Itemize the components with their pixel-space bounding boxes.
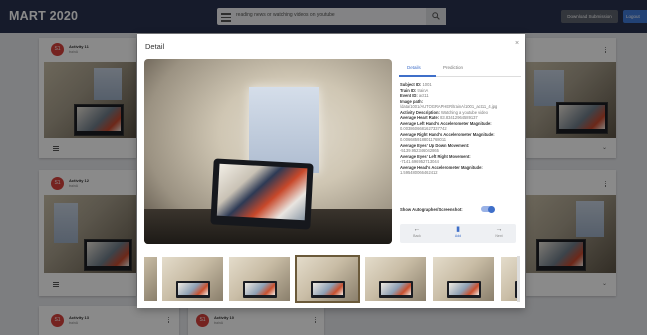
detail-value: 1001	[422, 82, 432, 87]
detail-value: 0.0066859188011768011	[400, 137, 447, 142]
main-activity-photo	[144, 59, 392, 244]
detail-value: trainA	[417, 87, 429, 93]
next-button[interactable]: → Next	[484, 226, 514, 238]
detail-label: Average Head's Accelerometer Magnitude:	[400, 164, 483, 170]
back-button[interactable]: ← Back	[402, 226, 432, 238]
thumbnail-strip	[144, 254, 518, 304]
detail-value: 0.0038606681627337742	[400, 126, 447, 131]
detail-label: Train ID:	[400, 87, 417, 93]
detail-label: Average Eyes' Left Right Movement:	[400, 153, 471, 159]
close-icon[interactable]: ×	[515, 40, 519, 47]
detail-value: Watching a youtube video	[440, 109, 488, 115]
thumbnail[interactable]	[501, 257, 518, 301]
detail-value: -7141.696952713044	[400, 159, 439, 164]
dialog-title: Detail	[145, 42, 165, 51]
tab-details[interactable]: Details	[407, 65, 421, 70]
detail-label: Average Right Hand's Accelerometer Magni…	[400, 131, 495, 137]
thumbnail[interactable]	[162, 257, 223, 301]
bookmark-icon: ▮	[456, 226, 460, 233]
details-panel: Subject ID: 1001 Train ID: trainA Event …	[400, 82, 520, 176]
monitor	[210, 158, 314, 230]
screenshot-toggle-label: Show Autographer/Screenshot:	[400, 207, 463, 212]
detail-label: Image path:	[400, 98, 423, 104]
detail-value: act11	[418, 93, 429, 98]
thumbnail-scrollbar[interactable]	[517, 256, 520, 302]
screenshot-toggle[interactable]	[481, 205, 495, 213]
thumbnail[interactable]	[433, 257, 494, 301]
detail-label: Average Left Hand's Accelerometer Magnit…	[400, 120, 492, 126]
thumbnail-selected[interactable]	[295, 255, 360, 303]
active-tab-indicator	[399, 75, 436, 77]
detail-label: Average Heart Rate:	[400, 115, 439, 120]
thumbnail[interactable]	[144, 257, 157, 301]
add-button[interactable]: ▮ Add	[443, 226, 473, 238]
detail-value: 1.595480066462412	[400, 170, 438, 175]
arrow-right-icon: →	[495, 226, 503, 233]
detail-value: -5139.952346042865	[400, 148, 439, 153]
detail-label: Event ID:	[400, 93, 418, 98]
thumbnail[interactable]	[365, 257, 426, 301]
detail-value: 83.83412964589137	[440, 115, 478, 120]
tab-prediction[interactable]: Prediction	[443, 65, 463, 70]
detail-label: Subject ID:	[400, 82, 422, 87]
arrow-left-icon: ←	[413, 226, 421, 233]
detail-label: Activity Description:	[400, 109, 440, 115]
thumbnail[interactable]	[229, 257, 290, 301]
detail-label: Average Eyes' Up Down Movement:	[400, 142, 470, 148]
detail-value: /data/1001/AUTOGRAPHER/trainA/1001_act11…	[400, 104, 498, 109]
detail-dialog: Detail × Details Prediction Subject ID: …	[137, 34, 525, 308]
image-navigation: ← Back ▮ Add → Next	[400, 224, 516, 243]
